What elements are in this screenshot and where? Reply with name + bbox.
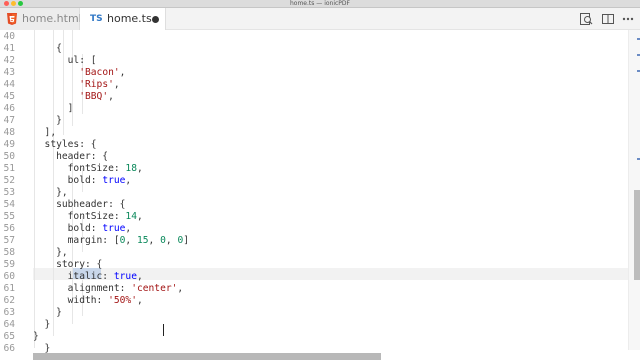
line-number: 42 (3, 55, 15, 66)
code-line[interactable]: 54 subheader: { (0, 199, 628, 211)
unsaved-changes-dot-icon[interactable] (152, 16, 159, 23)
line-number: 53 (3, 187, 15, 198)
line-number: 45 (3, 91, 15, 102)
code-text[interactable]: alignment: 'center', (33, 283, 184, 295)
line-number: 41 (3, 43, 15, 54)
line-number: 66 (3, 343, 15, 354)
code-line[interactable]: 65} (0, 331, 628, 343)
code-text[interactable]: } (33, 331, 39, 343)
line-number: 64 (3, 319, 15, 330)
code-line[interactable]: 43 'Bacon', (0, 67, 628, 79)
window-title: home.ts — ionicPDF (289, 0, 350, 7)
code-line[interactable]: 64 } (0, 319, 628, 331)
code-line[interactable]: 62 width: '50%', (0, 295, 628, 307)
code-text[interactable]: 'BBQ', (33, 91, 114, 103)
open-changes-icon[interactable] (578, 11, 594, 27)
scrollbar-thumb[interactable] (634, 190, 640, 280)
code-text[interactable]: story: { (33, 259, 102, 271)
code-line[interactable]: 41 { (0, 43, 628, 55)
code-text[interactable]: ] (33, 103, 74, 115)
code-text[interactable]: { (33, 43, 62, 55)
code-text[interactable]: 'Bacon', (33, 67, 125, 79)
code-text[interactable]: } (33, 307, 62, 319)
line-number: 46 (3, 103, 15, 114)
window-titlebar: home.ts — ionicPDF (0, 0, 640, 8)
mouse-ibeam-cursor (163, 324, 164, 336)
line-number: 59 (3, 259, 15, 270)
code-text[interactable]: }, (33, 247, 68, 259)
code-editor[interactable]: 40 41 {42 ul: [43 'Bacon', 44 'Rips', 45 'B… (0, 30, 640, 360)
line-number: 48 (3, 127, 15, 138)
tab-label: home.ts (107, 12, 152, 25)
line-number: 49 (3, 139, 15, 150)
line-number: 55 (3, 211, 15, 222)
tab-home-html[interactable]: home.html (0, 8, 82, 30)
code-line[interactable]: 45 'BBQ', (0, 91, 628, 103)
code-text[interactable]: fontSize: 14, (33, 211, 143, 223)
code-line[interactable]: 51 fontSize: 18, (0, 163, 628, 175)
code-line[interactable]: 63 } (0, 307, 628, 319)
line-number: 52 (3, 175, 15, 186)
line-number: 43 (3, 67, 15, 78)
code-line[interactable]: 60 italic: true, (0, 271, 628, 283)
code-line[interactable]: 48 ], (0, 127, 628, 139)
code-text[interactable]: ul: [ (33, 55, 97, 67)
line-number: 56 (3, 223, 15, 234)
code-line[interactable]: 57 margin: [0, 15, 0, 0] (0, 235, 628, 247)
code-text[interactable]: subheader: { (33, 199, 125, 211)
tab-label: home.html (22, 12, 82, 25)
code-line[interactable]: 42 ul: [ (0, 55, 628, 67)
code-text[interactable]: width: '50%', (33, 295, 143, 307)
code-line[interactable]: 46 ] (0, 103, 628, 115)
editor-tab-bar: home.html TS home.ts (0, 8, 640, 30)
line-number: 50 (3, 151, 15, 162)
code-text[interactable]: } (33, 115, 62, 127)
code-line[interactable]: 53 }, (0, 187, 628, 199)
line-number: 51 (3, 163, 15, 174)
code-text[interactable]: header: { (33, 151, 108, 163)
code-text[interactable]: fontSize: 18, (33, 163, 143, 175)
code-line[interactable]: 40 (0, 31, 628, 43)
more-actions-icon[interactable] (620, 11, 636, 27)
split-editor-icon[interactable] (600, 11, 616, 27)
line-number: 61 (3, 283, 15, 294)
code-text[interactable]: margin: [0, 15, 0, 0] (33, 235, 189, 247)
code-line[interactable]: 55 fontSize: 14, (0, 211, 628, 223)
code-text[interactable]: } (33, 319, 51, 331)
typescript-icon: TS (90, 14, 103, 24)
line-number: 40 (3, 31, 15, 42)
code-text[interactable]: italic: true, (33, 271, 143, 283)
tab-home-ts[interactable]: TS home.ts (80, 8, 166, 30)
code-text[interactable]: 'Rips', (33, 79, 119, 91)
line-number: 47 (3, 115, 15, 126)
html5-icon (7, 8, 17, 25)
line-number: 57 (3, 235, 15, 246)
line-number: 44 (3, 79, 15, 90)
code-line[interactable]: 58 }, (0, 247, 628, 259)
line-number: 63 (3, 307, 15, 318)
code-line[interactable]: 59 story: { (0, 259, 628, 271)
code-line[interactable]: 52 bold: true, (0, 175, 628, 187)
line-number: 54 (3, 199, 15, 210)
code-text[interactable]: bold: true, (33, 223, 132, 235)
code-line[interactable]: 61 alignment: 'center', (0, 283, 628, 295)
code-line[interactable]: 44 'Rips', (0, 79, 628, 91)
line-number: 60 (3, 271, 15, 282)
code-line[interactable]: 47 } (0, 115, 628, 127)
code-line[interactable]: 49 styles: { (0, 139, 628, 151)
vertical-scrollbar[interactable] (628, 30, 640, 350)
line-number: 58 (3, 247, 15, 258)
code-text[interactable]: styles: { (33, 139, 97, 151)
horizontal-scrollbar-thumb[interactable] (33, 353, 381, 360)
code-line[interactable]: 50 header: { (0, 151, 628, 163)
line-number: 65 (3, 331, 15, 342)
code-text[interactable]: }, (33, 187, 68, 199)
code-text[interactable]: bold: true, (33, 175, 132, 187)
line-number: 62 (3, 295, 15, 306)
code-line[interactable]: 56 bold: true, (0, 223, 628, 235)
code-text[interactable]: ], (33, 127, 57, 139)
